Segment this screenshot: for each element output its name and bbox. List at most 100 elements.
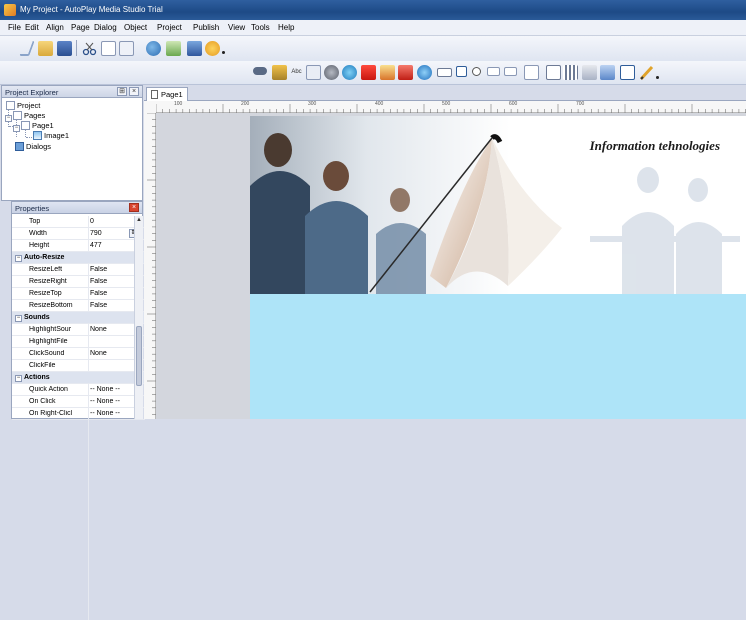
ruler-label: 100 [174, 101, 183, 107]
collapse-icon[interactable]: − [5, 115, 12, 122]
scroll-up-icon[interactable]: ▲ [135, 216, 143, 225]
radio-object-icon[interactable] [472, 67, 481, 76]
cut-icon[interactable] [82, 41, 97, 56]
new-project-icon[interactable] [19, 41, 35, 56]
pin-icon[interactable]: ⊞ [117, 87, 127, 96]
tree-item-project[interactable]: Project [6, 101, 40, 110]
property-row[interactable]: HighlightFile [12, 336, 145, 348]
property-group-auto-resize[interactable]: − Auto-Resize [12, 252, 145, 264]
property-group-actions[interactable]: − Actions [12, 372, 145, 384]
property-value[interactable]: None [90, 350, 140, 357]
menu-object[interactable]: Object [124, 23, 147, 32]
menu-tools[interactable]: Tools [251, 23, 270, 32]
collapse-icon[interactable]: − [13, 125, 20, 132]
property-value[interactable]: -- None -- [90, 398, 140, 405]
property-value[interactable]: False [90, 302, 140, 309]
property-name: ResizeLeft [29, 266, 63, 273]
collapse-icon[interactable]: − [15, 315, 22, 322]
build-icon[interactable] [205, 41, 220, 56]
monitor-icon[interactable] [187, 41, 202, 56]
property-row[interactable]: ResizeBottom False [12, 300, 145, 312]
save-icon[interactable] [57, 41, 72, 56]
combobox-object-icon[interactable] [487, 67, 500, 76]
paragraph-object-icon[interactable]: Abc [289, 65, 304, 80]
property-name: ResizeTop [29, 290, 62, 297]
collapse-icon[interactable]: − [15, 375, 22, 382]
property-row-height[interactable]: Height 477 [12, 240, 145, 252]
menu-view[interactable]: View [228, 23, 245, 32]
property-name: HighlightSour [29, 326, 72, 333]
tree-item-image1[interactable]: Image1 [33, 131, 69, 140]
xbutton-object-icon[interactable] [620, 65, 635, 80]
title-bar: My Project - AutoPlay Media Studio Trial [0, 0, 746, 20]
scroll-thumb[interactable] [136, 326, 142, 386]
input-object-icon[interactable] [437, 68, 452, 77]
tab-page1[interactable]: Page1 [146, 87, 188, 101]
property-value[interactable]: False [90, 266, 140, 273]
property-value[interactable]: -- None -- [90, 410, 140, 417]
tab-object-icon[interactable] [600, 65, 615, 80]
preview-icon[interactable] [146, 41, 161, 56]
button-object-icon[interactable] [253, 67, 267, 75]
property-group-sounds[interactable]: − Sounds [12, 312, 145, 324]
menu-dialog[interactable]: Dialog [94, 23, 117, 32]
progress-object-icon[interactable] [563, 65, 578, 80]
paste-icon[interactable] [119, 41, 134, 56]
menu-help[interactable]: Help [278, 23, 294, 32]
publish-icon[interactable] [166, 41, 181, 56]
menu-publish[interactable]: Publish [193, 23, 219, 32]
search-object-icon[interactable] [342, 65, 357, 80]
menu-file[interactable]: File [8, 23, 21, 32]
collapse-icon[interactable]: − [15, 255, 22, 262]
dialogs-icon [15, 142, 24, 151]
menu-project[interactable]: Project [157, 23, 182, 32]
property-value[interactable]: -- None -- [90, 386, 140, 393]
menu-edit[interactable]: Edit [25, 23, 39, 32]
property-value[interactable]: False [90, 290, 140, 297]
text-object-icon[interactable] [306, 65, 321, 80]
property-value[interactable]: 0 [90, 218, 140, 225]
copy-icon[interactable] [101, 41, 116, 56]
pages-icon [13, 111, 22, 120]
ruler-label: 700 [576, 101, 585, 107]
slideshow-object-icon[interactable] [380, 65, 395, 80]
toolbar-separator [76, 40, 77, 56]
banner-image[interactable]: Information tehnologies [250, 116, 746, 294]
pdf-object-icon[interactable] [398, 65, 413, 80]
video-object-icon[interactable] [324, 65, 339, 80]
property-row[interactable]: Quick Action -- None -- [12, 384, 145, 396]
checkbox-object-icon[interactable] [456, 66, 467, 77]
property-row-top[interactable]: Top 0 [12, 216, 145, 228]
close-icon[interactable]: × [129, 203, 139, 212]
property-row[interactable]: ClickFile [12, 360, 145, 372]
property-value[interactable]: False [90, 278, 140, 285]
grid-object-icon[interactable] [546, 65, 561, 80]
property-row[interactable]: ResizeLeft False [12, 264, 145, 276]
property-name: ClickSound [29, 350, 65, 357]
web-object-icon[interactable] [417, 65, 432, 80]
menu-page[interactable]: Page [71, 23, 90, 32]
listbox-object-icon[interactable] [504, 67, 517, 76]
property-name: Height [29, 242, 50, 249]
flash-object-icon[interactable] [361, 65, 376, 80]
more-dropdown-icon[interactable] [222, 51, 225, 54]
menu-align[interactable]: Align [46, 23, 64, 32]
property-row[interactable]: ClickSound None [12, 348, 145, 360]
tree-object-icon[interactable] [524, 65, 539, 80]
label-object-icon[interactable] [272, 65, 287, 80]
close-icon[interactable]: × [129, 87, 139, 96]
open-folder-icon[interactable] [38, 41, 53, 56]
property-row-width[interactable]: Width 790 ⇕ [12, 228, 145, 240]
property-value[interactable]: None [90, 326, 140, 333]
property-row[interactable]: HighlightSour None [12, 324, 145, 336]
property-row[interactable]: On Click -- None -- [12, 396, 145, 408]
slider-object-icon[interactable] [582, 65, 597, 80]
property-row[interactable]: ResizeRight False [12, 276, 145, 288]
property-value[interactable]: 477 [90, 242, 140, 249]
plugin-object-icon[interactable] [639, 64, 654, 81]
tree-item-dialogs[interactable]: Dialogs [15, 142, 51, 151]
more-objects-icon[interactable] [656, 76, 659, 79]
property-row[interactable]: On Right-Clicl -- None -- [12, 408, 145, 420]
property-row[interactable]: ResizeTop False [12, 288, 145, 300]
properties-scrollbar[interactable]: ▲ [134, 216, 143, 419]
